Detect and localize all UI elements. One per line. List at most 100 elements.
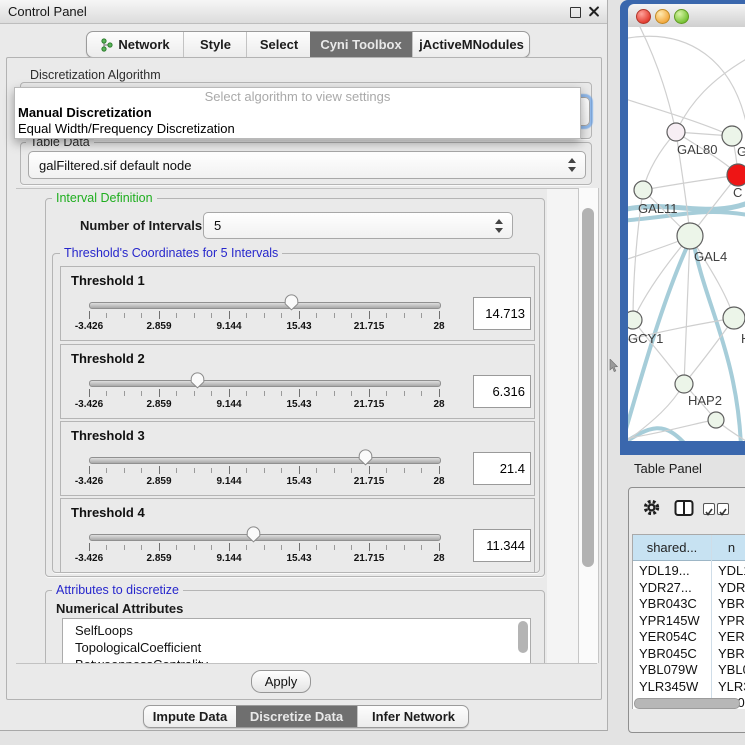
threshold-3-value-field[interactable]: 21.4 bbox=[473, 452, 531, 485]
network-edge[interactable] bbox=[640, 27, 676, 132]
table-cell[interactable]: YDR27... bbox=[639, 579, 692, 596]
threshold-1-value-field[interactable]: 14.713 bbox=[473, 297, 531, 330]
table-row[interactable]: YBL079W YBL0 bbox=[633, 661, 745, 678]
network-edge[interactable] bbox=[628, 36, 745, 122]
table-cell[interactable]: YER054C bbox=[639, 628, 697, 645]
network-canvas[interactable]: GAL80GACGAL11GAL4GCY1HHAP2 bbox=[628, 27, 745, 441]
settings-vertical-scrollbar[interactable] bbox=[578, 188, 599, 663]
list-scrollbar-thumb[interactable] bbox=[518, 621, 528, 653]
slider-thumb[interactable] bbox=[190, 372, 205, 389]
network-node[interactable] bbox=[727, 164, 745, 186]
network-node-label: C bbox=[733, 185, 742, 200]
table-cell[interactable]: YDL19... bbox=[639, 562, 690, 579]
combo-arrows-icon bbox=[495, 219, 504, 233]
tab-infer-network[interactable]: Infer Network bbox=[357, 706, 469, 727]
network-node[interactable] bbox=[708, 412, 724, 428]
slider-minor-tick bbox=[264, 313, 265, 318]
split-columns-icon[interactable] bbox=[674, 499, 694, 517]
close-icon[interactable] bbox=[588, 6, 599, 17]
table-row[interactable]: YDL19... YDL1 bbox=[633, 562, 745, 579]
slider-minor-tick bbox=[141, 391, 142, 396]
tab-cyni-toolbox[interactable]: Cyni Toolbox bbox=[310, 32, 412, 57]
table-cell[interactable]: YBL0 bbox=[718, 661, 745, 678]
network-edge[interactable] bbox=[643, 175, 738, 190]
network-edge[interactable] bbox=[676, 58, 745, 132]
threshold-2-value-field[interactable]: 6.316 bbox=[473, 375, 531, 408]
table-row[interactable]: YER054C YER0 bbox=[633, 628, 745, 645]
gear-icon[interactable] bbox=[642, 498, 661, 517]
network-node[interactable] bbox=[628, 311, 642, 329]
numerical-attributes-list[interactable]: SelfLoopsTopologicalCoefficientBetweenne… bbox=[62, 618, 531, 663]
tab-network[interactable]: Network bbox=[87, 32, 183, 57]
table-row[interactable]: YBR045C YBR0 bbox=[633, 645, 745, 662]
slider-minor-tick bbox=[316, 391, 317, 396]
control-panel-titlebar[interactable]: Control Panel bbox=[0, 0, 607, 24]
slider-track[interactable] bbox=[89, 457, 441, 464]
float-window-icon[interactable] bbox=[570, 7, 581, 18]
tab-jactivemnodules[interactable]: jActiveMNodules bbox=[412, 32, 530, 57]
network-view-titlebar[interactable] bbox=[628, 4, 745, 28]
table-cell[interactable]: YBR0 bbox=[718, 595, 745, 612]
table-cell[interactable]: YBL079W bbox=[639, 661, 698, 678]
slider-thumb[interactable] bbox=[284, 294, 299, 311]
network-edge[interactable] bbox=[643, 132, 676, 190]
tab-select[interactable]: Select bbox=[246, 32, 311, 57]
slider-track[interactable] bbox=[89, 380, 441, 387]
threshold-4-value-field[interactable]: 11.344 bbox=[473, 529, 531, 562]
slider-minor-tick bbox=[334, 468, 335, 473]
intervals-combobox[interactable]: 5 bbox=[203, 212, 513, 239]
table-data-combobox[interactable]: galFiltered.sif default node bbox=[28, 151, 586, 179]
table-cell[interactable]: YBR043C bbox=[639, 595, 697, 612]
table-row[interactable]: YBR043C YBR0 bbox=[633, 595, 745, 612]
table-cell[interactable]: YPR1 bbox=[718, 612, 745, 629]
network-node[interactable] bbox=[675, 375, 693, 393]
slider-thumb[interactable] bbox=[358, 449, 373, 466]
slider-thumb[interactable] bbox=[246, 526, 261, 543]
tab-impute-data[interactable]: Impute Data bbox=[144, 706, 236, 727]
checkbox-icon[interactable] bbox=[703, 503, 715, 515]
table-cell[interactable]: YBR0 bbox=[718, 645, 745, 662]
table-cell[interactable]: YLR3 bbox=[718, 678, 745, 695]
network-edge[interactable] bbox=[693, 239, 741, 441]
minimize-traffic-light[interactable] bbox=[655, 9, 670, 24]
table-row[interactable]: YLR345W YLR3 bbox=[633, 678, 745, 695]
network-node[interactable] bbox=[722, 126, 742, 146]
zoom-traffic-light[interactable] bbox=[674, 9, 689, 24]
table-cell[interactable]: YDR2 bbox=[718, 579, 745, 596]
list-item[interactable]: SelfLoops bbox=[63, 622, 530, 639]
network-edge[interactable] bbox=[684, 236, 690, 384]
slider-major-tick bbox=[229, 543, 230, 551]
popup-option-equal-width-frequency[interactable]: Equal Width/Frequency Discretization bbox=[15, 121, 580, 137]
network-node[interactable] bbox=[677, 223, 703, 249]
slider-track[interactable] bbox=[89, 534, 441, 541]
table-cell[interactable]: YPR145W bbox=[639, 612, 700, 629]
list-item[interactable]: TopologicalCoefficient bbox=[63, 639, 530, 656]
list-item[interactable]: BetweennessCentrality bbox=[63, 656, 530, 663]
table-cell[interactable]: YER0 bbox=[718, 628, 745, 645]
checkbox-icon[interactable] bbox=[717, 503, 729, 515]
threshold-3-slider[interactable]: -3.4262.8599.14415.4321.71528 bbox=[61, 422, 534, 495]
table-row[interactable]: YDR27... YDR2 bbox=[633, 579, 745, 596]
threshold-1-slider[interactable]: -3.4262.8599.14415.4321.71528 bbox=[61, 267, 534, 340]
scrollbar-thumb[interactable] bbox=[582, 208, 594, 567]
slider-minor-tick bbox=[404, 391, 405, 396]
tab-style[interactable]: Style bbox=[183, 32, 247, 57]
network-node[interactable] bbox=[667, 123, 685, 141]
close-traffic-light[interactable] bbox=[636, 9, 651, 24]
threshold-2-slider[interactable]: -3.4262.8599.14415.4321.71528 bbox=[61, 345, 534, 418]
threshold-4-slider[interactable]: -3.4262.8599.14415.4321.71528 bbox=[61, 499, 534, 572]
apply-button[interactable]: Apply bbox=[251, 670, 311, 693]
table-row[interactable]: YPR145W YPR1 bbox=[633, 612, 745, 629]
network-node[interactable] bbox=[634, 181, 652, 199]
table-horizontal-scrollbar[interactable] bbox=[634, 698, 740, 709]
column-header-shared-name[interactable]: shared... bbox=[633, 535, 711, 561]
slider-track[interactable] bbox=[89, 302, 441, 309]
table-cell[interactable]: YLR345W bbox=[639, 678, 698, 695]
network-node[interactable] bbox=[723, 307, 745, 329]
table-cell[interactable]: YDL1 bbox=[718, 562, 745, 579]
network-edge[interactable] bbox=[628, 428, 688, 441]
table-cell[interactable]: YBR045C bbox=[639, 645, 697, 662]
tab-discretize-data[interactable]: Discretize Data bbox=[236, 706, 357, 727]
popup-option-manual-discretization[interactable]: Manual Discretization bbox=[15, 105, 580, 121]
column-header-name[interactable]: n bbox=[712, 535, 745, 561]
